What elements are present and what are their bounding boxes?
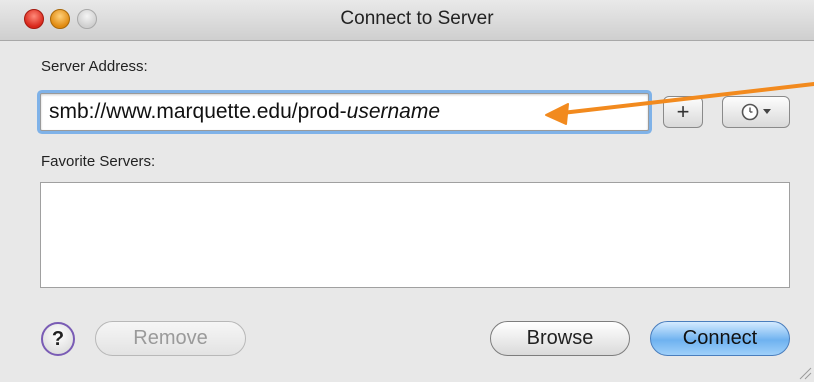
server-address-value: smb://www.marquette.edu/prod- xyxy=(49,100,347,123)
server-address-label: Server Address: xyxy=(41,58,148,75)
browse-button[interactable]: Browse xyxy=(490,321,630,356)
clock-icon xyxy=(741,103,771,121)
server-address-input[interactable]: smb://www.marquette.edu/prod-username xyxy=(40,93,649,131)
favorite-servers-list[interactable] xyxy=(40,182,790,288)
title-bar: Connect to Server xyxy=(0,0,814,41)
connect-button[interactable]: Connect xyxy=(650,321,790,356)
help-icon: ? xyxy=(51,328,65,350)
help-button[interactable]: ? xyxy=(41,322,75,356)
favorite-servers-label: Favorite Servers: xyxy=(41,153,156,170)
window-title: Connect to Server xyxy=(340,8,494,29)
server-address-username-placeholder: username xyxy=(346,100,441,123)
add-favorite-button[interactable]: + xyxy=(663,96,703,128)
plus-icon: + xyxy=(676,99,690,124)
recent-servers-button[interactable] xyxy=(722,96,790,128)
remove-button[interactable]: Remove xyxy=(95,321,246,356)
connect-to-server-window: Connect to Server Server Address: smb://… xyxy=(0,0,814,382)
chevron-down-icon xyxy=(763,109,771,114)
resize-grip-icon[interactable] xyxy=(796,364,812,380)
